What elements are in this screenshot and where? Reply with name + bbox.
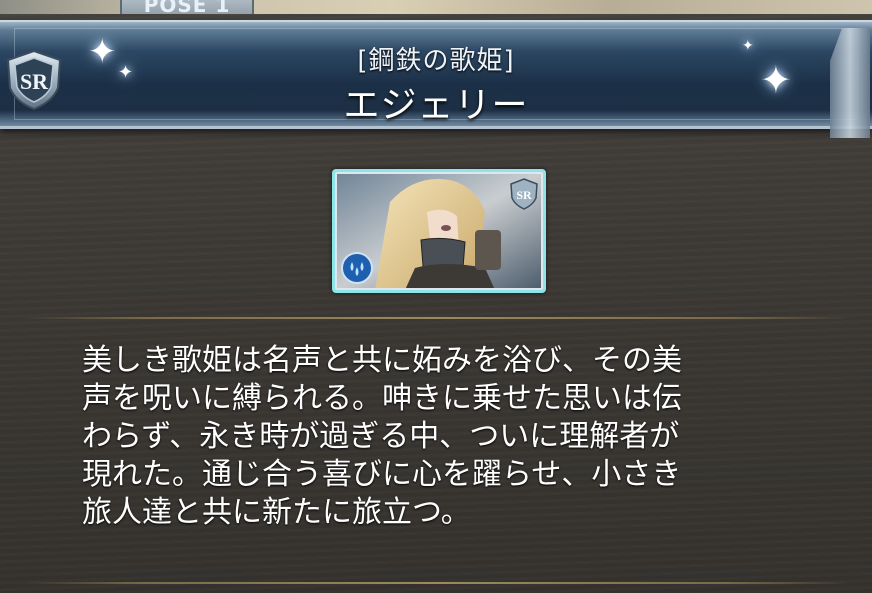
divider bbox=[22, 582, 850, 584]
character-info-panel: SR ✦ ✦ ✦ ✦ [鋼鉄の歌姫] エジェリー SR 美しき歌姫は名声と共に妬… bbox=[0, 14, 872, 593]
character-thumbnail[interactable]: SR bbox=[332, 169, 546, 293]
character-description: 美しき歌姫は名声と共に妬みを浴び、その美 声を呪いに縛られる。呻きに乗せた思いは… bbox=[82, 343, 682, 530]
water-element-icon bbox=[341, 252, 373, 284]
title-banner: SR ✦ ✦ ✦ ✦ [鋼鉄の歌姫] エジェリー bbox=[0, 20, 872, 138]
character-subtitle: [鋼鉄の歌姫] bbox=[357, 46, 515, 76]
thumbnail-rarity-badge: SR bbox=[509, 178, 539, 210]
svg-text:SR: SR bbox=[516, 188, 532, 202]
divider bbox=[22, 317, 850, 319]
character-name: エジェリー bbox=[343, 85, 529, 126]
